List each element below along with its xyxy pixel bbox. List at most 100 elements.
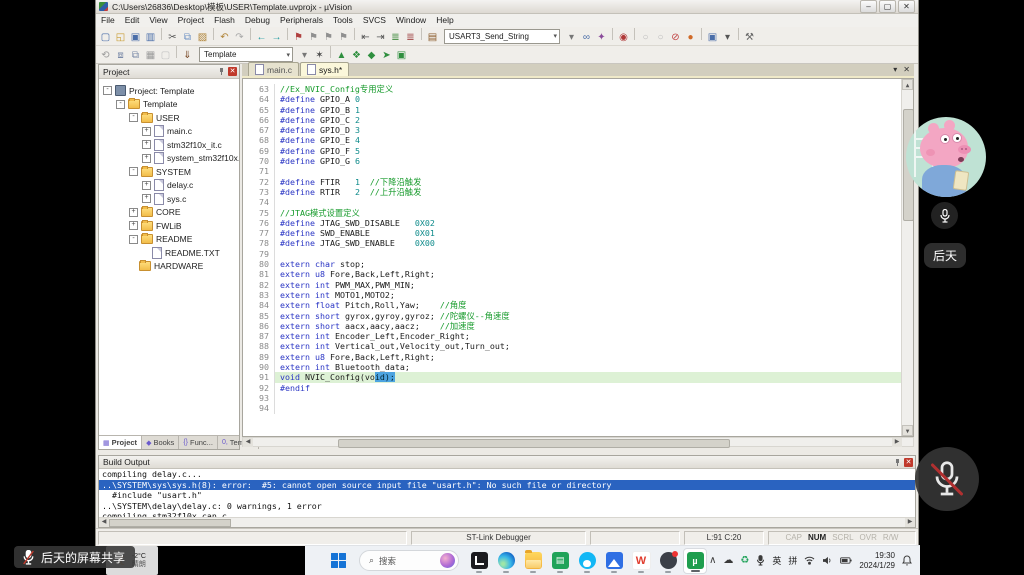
cut-icon[interactable]: ✂ <box>165 31 180 45</box>
pin-icon[interactable] <box>894 459 901 466</box>
configure-wrench-icon[interactable]: ⚒ <box>742 31 757 45</box>
bookmark-toggle-icon[interactable]: ⚑ <box>291 31 306 45</box>
bookmark-clear-icon[interactable]: ⚑ <box>336 31 351 45</box>
menu-window[interactable]: Window <box>391 14 431 27</box>
menu-flash[interactable]: Flash <box>209 14 240 27</box>
scroll-left-icon[interactable]: ◀ <box>243 438 253 447</box>
build-log-line[interactable]: #include "usart.h" <box>99 490 915 501</box>
editor-menu-icon[interactable]: ▾ <box>893 65 897 74</box>
build-output-scrollbar[interactable]: ◀ ▶ <box>99 517 915 527</box>
tree-item-hardware[interactable]: HARDWARE <box>99 260 239 274</box>
menu-file[interactable]: File <box>96 14 120 27</box>
collapse-icon[interactable]: - <box>129 167 138 176</box>
debug-search-icon[interactable]: ◉ <box>616 31 631 45</box>
books-stack-icon[interactable]: ▤ <box>425 31 440 45</box>
panel-tab-project[interactable]: ▦Project <box>99 436 142 449</box>
code-editor[interactable]: 63//Ex_NVIC_Config专用定义64#define GPIO_A 0… <box>242 78 914 437</box>
collapse-icon[interactable]: - <box>103 86 112 95</box>
nav-forward-icon[interactable]: → <box>269 31 284 45</box>
books-green-icon[interactable]: ▣ <box>394 49 409 63</box>
scroll-left-icon[interactable]: ◀ <box>99 518 109 527</box>
copy-icon[interactable]: ⧉ <box>180 31 195 45</box>
taskbar-app-black-tile[interactable] <box>467 548 491 574</box>
target-select-combo[interactable]: Template ▾ <box>199 47 293 62</box>
uncomment-icon[interactable]: ≣ <box>403 31 418 45</box>
options-target-icon[interactable]: ✶ <box>312 49 327 63</box>
breakpoint-stop-icon[interactable]: ● <box>683 31 698 45</box>
taskbar-app-edge[interactable] <box>494 548 518 574</box>
close-icon[interactable]: ✕ <box>228 67 237 76</box>
horizontal-scroll-thumb[interactable] <box>338 439 730 448</box>
menu-help[interactable]: Help <box>431 14 458 27</box>
tree-item-core[interactable]: +CORE <box>99 206 239 220</box>
collapse-icon[interactable]: - <box>129 113 138 122</box>
download-flash-icon[interactable]: ⇓ <box>180 49 195 63</box>
find-dropdown-icon[interactable]: ▾ <box>564 31 579 45</box>
build-log-line[interactable]: compiling delay.c... <box>99 469 915 480</box>
battery-icon[interactable] <box>840 556 852 565</box>
window-layout-icon[interactable]: ▣ <box>705 31 720 45</box>
translate-file-icon[interactable]: ⟲ <box>98 49 113 63</box>
expand-icon[interactable]: + <box>129 208 138 217</box>
horizontal-scrollbar[interactable]: ◀ ▶ <box>242 437 914 447</box>
rebuild-all-icon[interactable]: ⧉ <box>128 49 143 63</box>
panel-tab-func[interactable]: {}Func... <box>179 436 218 449</box>
find-in-files-icon[interactable]: ∞ <box>579 31 594 45</box>
unindent-icon[interactable]: ⇤ <box>358 31 373 45</box>
expand-icon[interactable]: + <box>129 221 138 230</box>
target-dropdown-icon[interactable]: ▾ <box>297 49 312 63</box>
start-button[interactable] <box>331 553 347 569</box>
panel-tab-books[interactable]: ◆Books <box>142 436 179 449</box>
sync-icon[interactable]: ♻ <box>740 556 749 566</box>
breakpoint-disable-icon[interactable]: ○ <box>653 31 668 45</box>
pin-icon[interactable] <box>218 68 225 75</box>
taskbar-app-blue-meeting[interactable] <box>602 548 626 574</box>
build-icon[interactable]: ⧈ <box>113 49 128 63</box>
taskbar-app-dark-badge[interactable] <box>656 548 680 574</box>
tree-item-main-c[interactable]: +main.c <box>99 125 239 139</box>
close-button[interactable]: ✕ <box>898 0 915 13</box>
expand-icon[interactable]: + <box>142 127 151 136</box>
taskbar-app-explorer[interactable] <box>521 548 545 574</box>
scroll-right-icon[interactable]: ▶ <box>892 438 902 447</box>
find-icon[interactable]: ✦ <box>594 31 609 45</box>
bookmark-prev-icon[interactable]: ⚑ <box>306 31 321 45</box>
taskbar-app-green[interactable]: ▤ <box>548 548 572 574</box>
vertical-scrollbar[interactable]: ▲ ▼ <box>901 79 913 436</box>
multi-project-icon[interactable]: ❖ <box>349 49 364 63</box>
mute-microphone-button[interactable] <box>915 447 979 511</box>
expand-icon[interactable]: + <box>142 140 151 149</box>
cloud-icon[interactable]: ☁ <box>723 556 733 566</box>
breakpoint-kill-icon[interactable]: ⊘ <box>668 31 683 45</box>
stop-build-icon[interactable]: ▢ <box>158 49 173 63</box>
notification-bell-icon[interactable] <box>902 555 912 566</box>
expand-icon[interactable]: + <box>142 181 151 190</box>
tree-item-sys-c[interactable]: +sys.c <box>99 192 239 206</box>
maximize-button[interactable]: ▢ <box>879 0 896 13</box>
minimize-button[interactable]: – <box>860 0 877 13</box>
open-file-icon[interactable]: ◱ <box>113 31 128 45</box>
tree-item-user[interactable]: -USER <box>99 111 239 125</box>
scroll-up-icon[interactable]: ▲ <box>902 79 913 90</box>
volume-icon[interactable] <box>822 556 833 565</box>
tree-item-stm32f10x-it-c[interactable]: +stm32f10x_it.c <box>99 138 239 152</box>
undo-icon[interactable]: ↶ <box>217 31 232 45</box>
build-error-line[interactable]: ..\SYSTEM\sys\sys.h(8): error: #5: canno… <box>99 480 915 491</box>
menu-debug[interactable]: Debug <box>240 14 275 27</box>
paste-icon[interactable]: ▨ <box>195 31 210 45</box>
close-icon[interactable]: ✕ <box>904 458 913 467</box>
tree-item-readme-txt[interactable]: README.TXT <box>99 246 239 260</box>
editor-tab-sysh[interactable]: sys.h* <box>300 62 349 76</box>
menu-edit[interactable]: Edit <box>120 14 145 27</box>
tree-item-readme[interactable]: -README <box>99 233 239 247</box>
taskbar-clock[interactable]: 19:30 2024/1/29 <box>859 551 895 570</box>
layout-dropdown-icon[interactable]: ▾ <box>720 31 735 45</box>
tree-item-project-template[interactable]: -Project: Template <box>99 84 239 98</box>
file-extensions-icon[interactable]: ▲ <box>334 49 349 63</box>
menu-view[interactable]: View <box>144 14 172 27</box>
bookmark-next-icon[interactable]: ⚑ <box>321 31 336 45</box>
nav-back-icon[interactable]: ← <box>254 31 269 45</box>
indent-icon[interactable]: ⇥ <box>373 31 388 45</box>
tree-item-template[interactable]: -Template <box>99 98 239 112</box>
scroll-right-icon[interactable]: ▶ <box>905 518 915 527</box>
